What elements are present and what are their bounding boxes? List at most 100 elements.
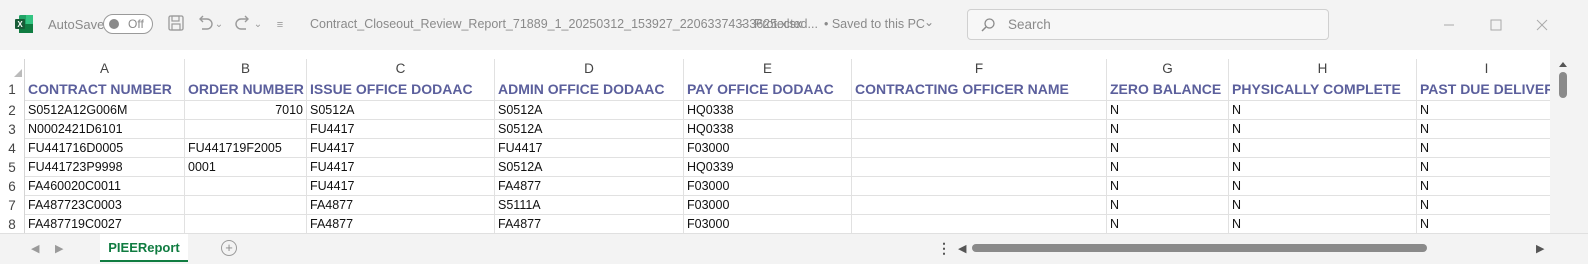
more-options-icon[interactable]: ⋮: [937, 240, 951, 257]
column-header-f[interactable]: F: [852, 59, 1107, 79]
table-cell[interactable]: N: [1107, 120, 1229, 139]
table-cell[interactable]: F03000: [684, 177, 852, 196]
table-cell[interactable]: HQ0339: [684, 158, 852, 177]
sheet-tab-piee-report[interactable]: PIEEReport: [100, 234, 188, 262]
column-header-g[interactable]: G: [1107, 59, 1229, 79]
vertical-scroll-thumb[interactable]: [1559, 72, 1567, 98]
row-header-6[interactable]: 6: [0, 177, 25, 196]
table-cell[interactable]: FU4417: [307, 139, 495, 158]
header-cell[interactable]: PHYSICALLY COMPLETE: [1229, 79, 1417, 101]
vertical-scrollbar[interactable]: [1550, 50, 1588, 233]
saved-chevron-icon[interactable]: ⌄: [924, 15, 934, 29]
column-header-c[interactable]: C: [307, 59, 495, 79]
table-cell[interactable]: FA4877: [495, 215, 684, 233]
table-cell[interactable]: [185, 120, 307, 139]
header-cell[interactable]: CONTRACT NUMBER: [25, 79, 185, 101]
header-cell[interactable]: ORDER NUMBER: [185, 79, 307, 101]
table-cell[interactable]: N: [1229, 196, 1417, 215]
hscroll-left-icon[interactable]: ◀: [958, 242, 966, 255]
saved-status[interactable]: • Saved to this PC: [824, 17, 925, 31]
table-cell[interactable]: [852, 158, 1107, 177]
table-cell[interactable]: [185, 196, 307, 215]
redo-dropdown-chevron-icon[interactable]: ⌄: [252, 14, 264, 36]
autosave-toggle[interactable]: Off: [103, 14, 153, 34]
table-cell[interactable]: N: [1417, 120, 1550, 139]
sheet-next-icon[interactable]: ▶: [55, 242, 63, 255]
table-cell[interactable]: N: [1229, 158, 1417, 177]
table-cell[interactable]: FU441719F2005: [185, 139, 307, 158]
header-cell[interactable]: ADMIN OFFICE DODAAC: [495, 79, 684, 101]
header-cell[interactable]: ISSUE OFFICE DODAAC: [307, 79, 495, 101]
customize-toolbar-icon[interactable]: ≡: [272, 14, 288, 36]
table-cell[interactable]: S0512A: [495, 158, 684, 177]
header-cell[interactable]: PAST DUE DELIVER: [1417, 79, 1550, 101]
table-cell[interactable]: [185, 215, 307, 233]
table-cell[interactable]: N: [1229, 120, 1417, 139]
table-cell[interactable]: N: [1107, 215, 1229, 233]
spreadsheet-grid[interactable]: ABCDEFGHI 12345678 CONTRACT NUMBER ORDER …: [0, 50, 1550, 233]
table-cell[interactable]: N: [1417, 101, 1550, 120]
table-cell[interactable]: N: [1417, 139, 1550, 158]
table-cell[interactable]: [852, 139, 1107, 158]
table-cell[interactable]: S0512A: [495, 120, 684, 139]
column-header-h[interactable]: H: [1229, 59, 1417, 79]
column-header-e[interactable]: E: [684, 59, 852, 79]
table-cell[interactable]: [185, 177, 307, 196]
table-cell[interactable]: FU4417: [307, 158, 495, 177]
table-cell[interactable]: F03000: [684, 215, 852, 233]
table-cell[interactable]: N: [1417, 196, 1550, 215]
table-cell[interactable]: [852, 120, 1107, 139]
table-cell[interactable]: [852, 101, 1107, 120]
table-cell[interactable]: FU4417: [307, 177, 495, 196]
table-cell[interactable]: 0001: [185, 158, 307, 177]
column-header-i[interactable]: I: [1417, 59, 1550, 79]
table-cell[interactable]: FU4417: [495, 139, 684, 158]
maximize-icon[interactable]: [1486, 15, 1506, 35]
table-cell[interactable]: 7010: [185, 101, 307, 120]
column-header-d[interactable]: D: [495, 59, 684, 79]
add-sheet-icon[interactable]: +: [221, 240, 237, 256]
horizontal-scroll-thumb[interactable]: [972, 244, 1427, 252]
header-cell[interactable]: CONTRACTING OFFICER NAME: [852, 79, 1107, 101]
header-cell[interactable]: PAY OFFICE DODAAC: [684, 79, 852, 101]
table-cell[interactable]: S0512A: [495, 101, 684, 120]
table-cell[interactable]: N: [1107, 101, 1229, 120]
header-cell[interactable]: ZERO BALANCE: [1107, 79, 1229, 101]
table-cell[interactable]: S0512A12G006M: [25, 101, 185, 120]
save-icon[interactable]: [165, 14, 187, 36]
row-header-4[interactable]: 4: [0, 139, 25, 158]
table-cell[interactable]: N: [1229, 139, 1417, 158]
table-cell[interactable]: [852, 215, 1107, 233]
table-cell[interactable]: N: [1417, 215, 1550, 233]
table-cell[interactable]: HQ0338: [684, 120, 852, 139]
table-cell[interactable]: F03000: [684, 139, 852, 158]
table-cell[interactable]: [852, 177, 1107, 196]
row-header-3[interactable]: 3: [0, 120, 25, 139]
table-cell[interactable]: N: [1107, 158, 1229, 177]
row-header-1[interactable]: 1: [0, 79, 25, 101]
column-header-b[interactable]: B: [185, 59, 307, 79]
row-header-7[interactable]: 7: [0, 196, 25, 215]
table-cell[interactable]: FA460020C0011: [25, 177, 185, 196]
table-cell[interactable]: FU441723P9998: [25, 158, 185, 177]
scroll-up-icon[interactable]: [1558, 60, 1568, 68]
row-header-2[interactable]: 2: [0, 101, 25, 120]
table-cell[interactable]: FA4877: [495, 177, 684, 196]
table-cell[interactable]: [852, 196, 1107, 215]
table-cell[interactable]: S0512A: [307, 101, 495, 120]
table-cell[interactable]: FA4877: [307, 196, 495, 215]
table-cell[interactable]: HQ0338: [684, 101, 852, 120]
table-cell[interactable]: FA487719C0027: [25, 215, 185, 233]
table-cell[interactable]: N: [1107, 139, 1229, 158]
table-cell[interactable]: N: [1107, 177, 1229, 196]
table-cell[interactable]: N: [1229, 177, 1417, 196]
column-header-a[interactable]: A: [25, 59, 185, 79]
hscroll-right-icon[interactable]: ▶: [1536, 242, 1544, 255]
table-cell[interactable]: FA487723C0003: [25, 196, 185, 215]
table-cell[interactable]: N: [1229, 215, 1417, 233]
table-cell[interactable]: FU441716D0005: [25, 139, 185, 158]
table-cell[interactable]: N: [1417, 158, 1550, 177]
table-cell[interactable]: N: [1417, 177, 1550, 196]
row-header-5[interactable]: 5: [0, 158, 25, 177]
sheet-prev-icon[interactable]: ◀: [31, 242, 39, 255]
